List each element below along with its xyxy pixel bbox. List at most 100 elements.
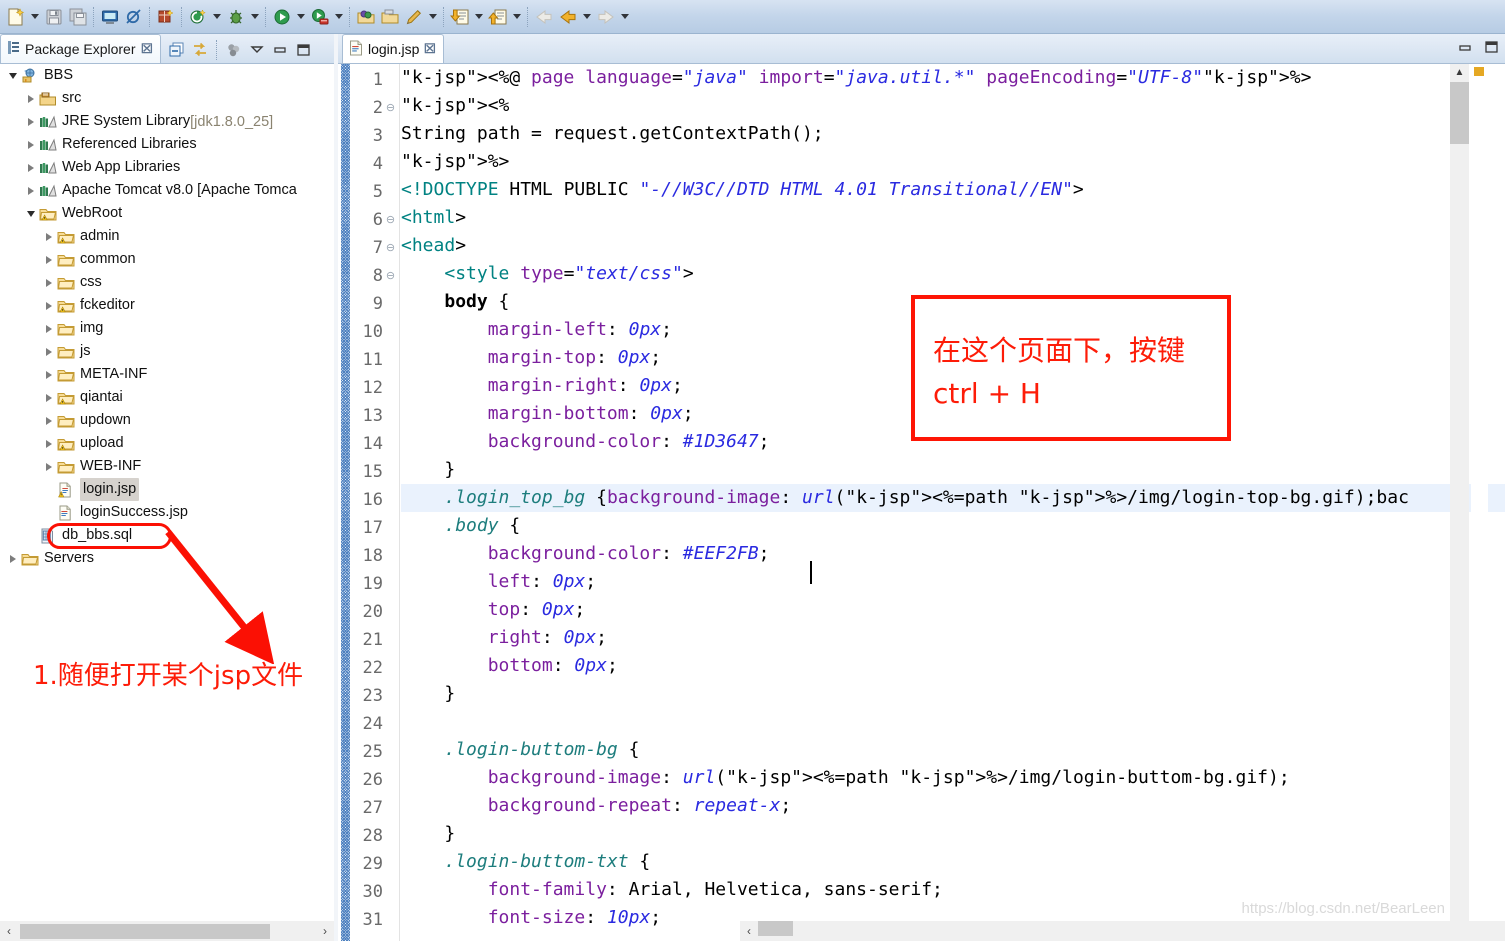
overview-marker[interactable] <box>1474 67 1484 76</box>
chevron-right-icon[interactable] <box>42 409 56 432</box>
scroll-right-icon[interactable]: › <box>316 921 334 941</box>
tree-item-web-inf[interactable]: WEB-INF <box>0 455 338 478</box>
run-icon[interactable] <box>270 5 294 29</box>
tree-item-jre-system-library[interactable]: JRE System Library [jdk1.8.0_25] <box>0 110 338 133</box>
scrollbar-thumb[interactable] <box>758 921 793 936</box>
chevron-right-icon[interactable] <box>42 294 56 317</box>
maximize-icon[interactable] <box>1483 40 1499 59</box>
fold-collapse-icon[interactable]: ⊖ <box>385 262 396 290</box>
scroll-left-icon[interactable]: ‹ <box>740 921 758 941</box>
open-resource-icon[interactable] <box>378 5 402 29</box>
minimize-icon[interactable] <box>270 40 290 60</box>
code-line[interactable]: background-repeat: repeat-x; <box>401 792 1505 820</box>
tree-item-common[interactable]: common <box>0 248 338 271</box>
code-line[interactable]: .body { <box>401 512 1505 540</box>
tab-package-explorer[interactable]: Package Explorer ☒ <box>0 34 162 63</box>
tree-item-src[interactable]: src <box>0 87 338 110</box>
chevron-right-icon[interactable] <box>24 156 38 179</box>
minimize-icon[interactable] <box>1457 41 1473 59</box>
new-wizard-icon[interactable] <box>4 5 28 29</box>
chevron-down-icon[interactable] <box>618 6 632 28</box>
next-annotation-icon[interactable] <box>448 5 472 29</box>
new-java-class-icon[interactable] <box>186 5 210 29</box>
scroll-up-icon[interactable]: ▲ <box>1450 64 1469 80</box>
chevron-right-icon[interactable] <box>42 386 56 409</box>
save-all-icon[interactable] <box>66 5 90 29</box>
code-line[interactable]: background-image: url("k-jsp"><%=path "k… <box>401 764 1505 792</box>
chevron-right-icon[interactable] <box>42 340 56 363</box>
maximize-icon[interactable] <box>293 40 313 60</box>
chevron-down-icon[interactable] <box>332 6 346 28</box>
chevron-right-icon[interactable] <box>42 225 56 248</box>
project-tree[interactable]: BBS src JRE System Library [jdk1.8.0_25] Re… <box>0 64 338 941</box>
chevron-right-icon[interactable] <box>24 87 38 110</box>
chevron-down-icon[interactable] <box>580 6 594 28</box>
chevron-right-icon[interactable] <box>42 317 56 340</box>
tree-item-apache-tomcat-v8-0-apache-tomca[interactable]: Apache Tomcat v8.0 [Apache Tomca <box>0 179 338 202</box>
chevron-right-icon[interactable] <box>42 248 56 271</box>
print-icon[interactable] <box>98 5 122 29</box>
code-line[interactable]: <html> <box>401 204 1505 232</box>
chevron-right-icon[interactable] <box>24 110 38 133</box>
chevron-down-icon[interactable] <box>248 6 262 28</box>
open-type-icon[interactable] <box>354 5 378 29</box>
editor-vertical-scrollbar[interactable]: ▲ ▼ <box>1450 64 1469 941</box>
chevron-right-icon[interactable] <box>6 547 20 570</box>
code-line[interactable]: <head> <box>401 232 1505 260</box>
code-line[interactable]: right: 0px; <box>401 624 1505 652</box>
chevron-right-icon[interactable] <box>42 271 56 294</box>
overview-ruler[interactable] <box>1471 64 1488 941</box>
fold-collapse-icon[interactable]: ⊖ <box>385 94 396 122</box>
scrollbar-thumb[interactable] <box>20 923 270 939</box>
chevron-down-icon[interactable] <box>6 64 20 87</box>
code-line[interactable]: <!DOCTYPE HTML PUBLIC "-//W3C//DTD HTML … <box>401 176 1505 204</box>
tree-item-css[interactable]: css <box>0 271 338 294</box>
tree-item-fckeditor[interactable]: fckeditor <box>0 294 338 317</box>
code-line[interactable]: String path = request.getContextPath(); <box>401 120 1505 148</box>
tree-item-js[interactable]: js <box>0 340 338 363</box>
code-line[interactable]: } <box>401 456 1505 484</box>
editor-horizontal-scrollbar[interactable]: ‹ › <box>740 921 1505 941</box>
code-line[interactable]: .login_top_bg {background-image: url("k-… <box>401 484 1505 512</box>
view-menu-icon[interactable] <box>247 40 267 60</box>
chevron-down-icon[interactable] <box>28 6 42 28</box>
tree-item-login-jsp[interactable]: login.jsp <box>0 478 338 501</box>
chevron-right-icon[interactable] <box>42 455 56 478</box>
chevron-right-icon[interactable] <box>24 179 38 202</box>
close-icon[interactable]: ☒ <box>424 41 436 57</box>
toggle-breakpoint-icon[interactable] <box>122 5 146 29</box>
code-text[interactable]: "k-jsp"><%@ page language="java" import=… <box>401 64 1505 941</box>
code-line[interactable]: top: 0px; <box>401 596 1505 624</box>
chevron-right-icon[interactable] <box>24 133 38 156</box>
fold-collapse-icon[interactable]: ⊖ <box>385 206 396 234</box>
code-line[interactable] <box>401 708 1505 736</box>
tree-item-loginsuccess-jsp[interactable]: loginSuccess.jsp <box>0 501 338 524</box>
tree-item-referenced-libraries[interactable]: Referenced Libraries <box>0 133 338 156</box>
tree-item-web-app-libraries[interactable]: Web App Libraries <box>0 156 338 179</box>
chevron-right-icon[interactable] <box>42 363 56 386</box>
backward-icon[interactable] <box>556 5 580 29</box>
code-line[interactable]: } <box>401 820 1505 848</box>
code-line[interactable]: .login-buttom-bg { <box>401 736 1505 764</box>
link-with-editor-icon[interactable] <box>190 40 210 60</box>
forward-icon[interactable] <box>594 5 618 29</box>
new-java-package-icon[interactable] <box>154 5 178 29</box>
chevron-down-icon[interactable] <box>426 6 440 28</box>
chevron-down-icon[interactable] <box>210 6 224 28</box>
code-line[interactable]: <style type="text/css"> <box>401 260 1505 288</box>
chevron-right-icon[interactable] <box>42 432 56 455</box>
tree-item-img[interactable]: img <box>0 317 338 340</box>
chevron-down-icon[interactable] <box>472 6 486 28</box>
tree-item-updown[interactable]: updown <box>0 409 338 432</box>
collapse-all-icon[interactable] <box>167 40 187 60</box>
chevron-down-icon[interactable] <box>24 202 38 225</box>
tree-item-admin[interactable]: admin <box>0 225 338 248</box>
previous-annotation-icon[interactable] <box>486 5 510 29</box>
scrollbar-thumb[interactable] <box>1450 82 1469 144</box>
debug-icon[interactable] <box>224 5 248 29</box>
code-line[interactable]: left: 0px; <box>401 568 1505 596</box>
run-server-icon[interactable] <box>308 5 332 29</box>
search-pencil-icon[interactable] <box>402 5 426 29</box>
code-line[interactable]: "k-jsp"><%@ page language="java" import=… <box>401 64 1505 92</box>
code-line[interactable]: bottom: 0px; <box>401 652 1505 680</box>
